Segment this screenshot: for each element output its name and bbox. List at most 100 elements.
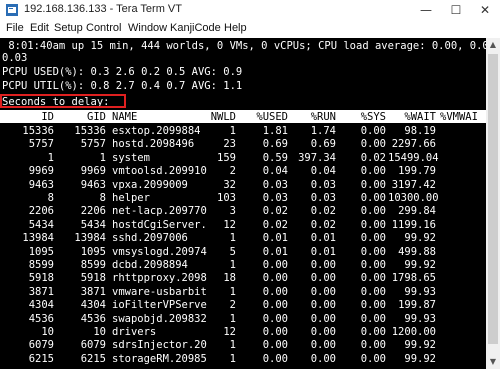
scroll-down-arrow-icon[interactable]: ▼ — [486, 355, 500, 369]
cell-name: rhttpproxy.2098 — [112, 272, 207, 284]
cell-run: 0.00 — [310, 339, 336, 351]
cell-nwld: 12 — [223, 326, 236, 338]
cell-wait: 99.92 — [404, 353, 436, 365]
col-header-sys: %SYS — [360, 111, 386, 123]
cell-sys: 0.00 — [360, 205, 386, 217]
cell-nwld: 159 — [217, 152, 236, 164]
col-header-used: %USED — [256, 111, 288, 123]
cell-nwld: 32 — [223, 179, 236, 191]
cell-sys: 0.00 — [360, 232, 386, 244]
cell-run: 0.00 — [310, 353, 336, 365]
summary-line-2: 0.03 — [2, 52, 28, 64]
menu-setup[interactable]: Setup — [54, 22, 83, 34]
cell-used: 0.02 — [262, 219, 288, 231]
cell-run: 1.74 — [310, 125, 336, 137]
cell-nwld: 1 — [229, 286, 236, 298]
cell-wait: 99.92 — [404, 232, 436, 244]
cell-wait: 199.79 — [398, 165, 436, 177]
cell-run: 0.02 — [310, 205, 336, 217]
terminal-screen[interactable]: 8:01:40am up 15 min, 444 worlds, 0 VMs, … — [0, 38, 486, 369]
cell-id: 1 — [47, 152, 54, 164]
cell-id: 5757 — [28, 138, 54, 150]
pcpu-used-line: PCPU USED(%): 0.3 2.6 0.2 0.5 AVG: 0.9 — [2, 66, 243, 78]
menu-help[interactable]: Help — [224, 22, 247, 34]
cell-run: 0.00 — [310, 313, 336, 325]
cell-wait: 299.84 — [398, 205, 436, 217]
cell-nwld: 103 — [217, 192, 236, 204]
cell-nwld: 1 — [229, 232, 236, 244]
cell-wait: 3197.42 — [391, 179, 436, 191]
cell-gid: 13984 — [74, 232, 106, 244]
cell-id: 1095 — [28, 246, 54, 258]
menu-control[interactable]: Control — [86, 22, 121, 34]
cell-wait: 10300.00 — [388, 192, 439, 204]
cell-wait: 98.19 — [404, 125, 436, 137]
cell-nwld: 2 — [229, 299, 236, 311]
cell-name: hostd.2098496 — [112, 138, 195, 150]
summary-line-1: 8:01:40am up 15 min, 444 worlds, 0 VMs, … — [2, 40, 486, 52]
cell-run: 0.04 — [310, 165, 336, 177]
menu-kanjicode[interactable]: KanjiCode — [170, 22, 221, 34]
cell-name: sshd.2097006 — [112, 232, 188, 244]
cell-run: 0.69 — [310, 138, 336, 150]
cell-gid: 4536 — [80, 313, 106, 325]
cell-nwld: 3 — [229, 205, 236, 217]
cell-id: 9969 — [28, 165, 54, 177]
cell-sys: 0.00 — [360, 272, 386, 284]
cell-used: 0.04 — [262, 165, 288, 177]
col-header-vmwait: %VMWAI — [440, 111, 478, 123]
cell-name: net-lacp.209770 — [112, 205, 207, 217]
cell-nwld: 12 — [223, 219, 236, 231]
menu-file[interactable]: File — [6, 22, 24, 34]
cell-id: 2206 — [28, 205, 54, 217]
cell-id: 8599 — [28, 259, 54, 271]
cell-run: 0.00 — [310, 299, 336, 311]
cell-id: 9463 — [28, 179, 54, 191]
cell-nwld: 23 — [223, 138, 236, 150]
cell-run: 0.00 — [310, 259, 336, 271]
col-header-wait: %WAIT — [404, 111, 436, 123]
cell-used: 0.01 — [262, 246, 288, 258]
cell-id: 3871 — [28, 286, 54, 298]
col-header-gid: GID — [87, 111, 106, 123]
cell-gid: 8 — [99, 192, 106, 204]
cell-sys: 0.00 — [360, 219, 386, 231]
cell-sys: 0.00 — [360, 246, 386, 258]
cell-run: 0.00 — [310, 326, 336, 338]
cell-gid: 5434 — [80, 219, 106, 231]
cell-run: 0.00 — [310, 272, 336, 284]
cell-used: 0.00 — [262, 286, 288, 298]
vertical-scrollbar[interactable]: ▲ ▼ — [486, 38, 500, 369]
tera-term-app-icon — [6, 4, 18, 16]
cell-id: 5918 — [28, 272, 54, 284]
cell-run: 0.02 — [310, 219, 336, 231]
menu-window[interactable]: Window — [128, 22, 167, 34]
cell-nwld: 1 — [229, 353, 236, 365]
cell-wait: 99.93 — [404, 286, 436, 298]
maximize-button[interactable]: ☐ — [441, 0, 471, 20]
cell-name: ioFilterVPServe — [112, 299, 207, 311]
menu-bar: File Edit Setup Control Window KanjiCode… — [0, 20, 500, 38]
minimize-button[interactable]: — — [411, 0, 441, 20]
cell-sys: 0.00 — [360, 259, 386, 271]
cell-used: 0.03 — [262, 179, 288, 191]
scroll-up-arrow-icon[interactable]: ▲ — [486, 38, 500, 52]
cell-sys: 0.00 — [360, 138, 386, 150]
menu-edit[interactable]: Edit — [30, 22, 49, 34]
cell-sys: 0.02 — [360, 152, 386, 164]
cell-name: helper — [112, 192, 150, 204]
prompt-highlight-box — [0, 94, 126, 108]
cell-name: vmtoolsd.209910 — [112, 165, 207, 177]
title-bar[interactable]: 192.168.136.133 - Tera Term VT — ☐ ✕ — [0, 0, 500, 21]
cell-name: vmware-usbarbit — [112, 286, 207, 298]
close-button[interactable]: ✕ — [470, 0, 500, 20]
cell-wait: 2297.66 — [391, 138, 436, 150]
scrollbar-thumb[interactable] — [488, 54, 498, 344]
cell-used: 0.00 — [262, 299, 288, 311]
cell-gid: 6215 — [80, 353, 106, 365]
cell-name: system — [112, 152, 150, 164]
cell-name: storageRM.20985 — [112, 353, 207, 365]
cell-nwld: 1 — [229, 259, 236, 271]
cell-gid: 3871 — [80, 286, 106, 298]
cell-gid: 10 — [93, 326, 106, 338]
